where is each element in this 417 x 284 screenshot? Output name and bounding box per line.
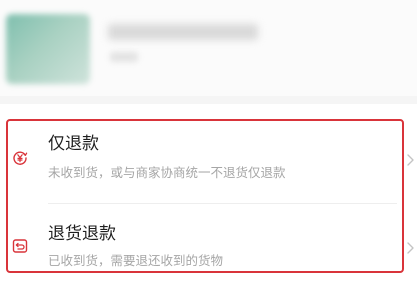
refund-yuan-icon: [12, 150, 28, 166]
product-thumbnail: [6, 14, 90, 84]
product-title-blurred: [108, 24, 258, 40]
return-box-icon: [12, 238, 28, 254]
refund-only-description: 未收到货，或与商家协商统一不退货仅退款: [48, 165, 286, 180]
return-and-refund-title: 退货退款: [48, 224, 116, 244]
product-spec-blurred: [110, 52, 138, 62]
return-and-refund-option[interactable]: 退货退款 已收到货，需要退还收到的货物: [0, 202, 417, 284]
chevron-right-icon: [405, 152, 415, 166]
refund-type-page: 仅退款 未收到货，或与商家协商统一不退货仅退款 退货退款 已收到货，需要退还收到…: [0, 0, 417, 284]
refund-only-title: 仅退款: [48, 134, 99, 154]
product-card: [0, 0, 417, 96]
return-and-refund-description: 已收到货，需要退还收到的货物: [48, 253, 224, 268]
chevron-right-icon: [405, 240, 415, 254]
refund-only-option[interactable]: 仅退款 未收到货，或与商家协商统一不退货仅退款: [0, 120, 417, 202]
